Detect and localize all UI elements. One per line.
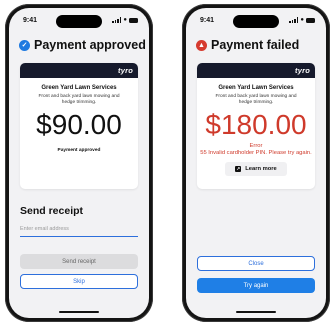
page-title: Payment failed <box>211 38 300 52</box>
close-button[interactable]: Close <box>197 256 315 271</box>
try-again-button[interactable]: Try again <box>197 278 315 293</box>
merchant-name: Green Yard Lawn Services <box>41 85 117 91</box>
result-header: ✓ Payment approved <box>19 38 146 52</box>
battery-icon <box>306 17 315 23</box>
payment-amount: $90.00 <box>36 109 122 140</box>
learn-more-button[interactable]: ↗ Learn more <box>225 162 287 176</box>
phone-approved: 9:41 ● ✓ Payment approved tyro Green Yar… <box>5 4 153 322</box>
approved-screen: 9:41 ● ✓ Payment approved tyro Green Yar… <box>9 8 149 318</box>
status-bar: 9:41 ● <box>186 16 326 28</box>
battery-icon <box>129 17 138 23</box>
wifi-icon: ● <box>123 17 127 23</box>
cellular-signal-icon <box>112 17 122 23</box>
receipt-card: tyro Green Yard Lawn Services Front and … <box>20 63 138 189</box>
wifi-icon: ● <box>300 17 304 23</box>
cellular-signal-icon <box>289 17 299 23</box>
merchant-name: Green Yard Lawn Services <box>218 85 294 91</box>
send-receipt-heading: Send receipt <box>20 205 84 217</box>
failed-screen: 9:41 ● ▲ Payment failed tyro Green Yard … <box>186 8 326 318</box>
skip-button[interactable]: Skip <box>20 274 138 289</box>
error-message: Error 55 Invalid cardholder PIN. Please … <box>197 143 315 157</box>
transaction-description: Front and back yard lawn mowing and hedg… <box>38 94 120 105</box>
learn-more-label: Learn more <box>245 166 277 172</box>
send-receipt-button[interactable]: Send receipt <box>20 254 138 269</box>
home-indicator <box>59 311 99 313</box>
external-link-icon: ↗ <box>235 166 242 172</box>
error-circle-icon: ▲ <box>196 39 207 51</box>
email-field[interactable] <box>20 222 138 237</box>
home-indicator <box>236 311 276 313</box>
payment-amount: $180.00 <box>205 109 307 140</box>
receipt-card: tyro Green Yard Lawn Services Front and … <box>197 63 315 189</box>
transaction-description: Front and back yard lawn mowing and hedg… <box>215 94 297 105</box>
payment-status: Payment approved <box>57 148 101 153</box>
status-bar: 9:41 ● <box>9 16 149 28</box>
tyro-logo: tyro <box>118 66 133 75</box>
result-header: ▲ Payment failed <box>196 38 318 52</box>
phone-failed: 9:41 ● ▲ Payment failed tyro Green Yard … <box>182 4 330 322</box>
error-detail: 55 Invalid cardholder PIN. Please try ag… <box>200 150 312 156</box>
check-circle-icon: ✓ <box>19 39 30 51</box>
page-title: Payment approved <box>34 38 146 52</box>
brand-bar: tyro <box>20 63 138 78</box>
status-time: 9:41 <box>23 17 38 24</box>
brand-bar: tyro <box>197 63 315 78</box>
error-title: Error <box>249 143 263 149</box>
tyro-logo: tyro <box>295 66 310 75</box>
status-time: 9:41 <box>200 17 215 24</box>
